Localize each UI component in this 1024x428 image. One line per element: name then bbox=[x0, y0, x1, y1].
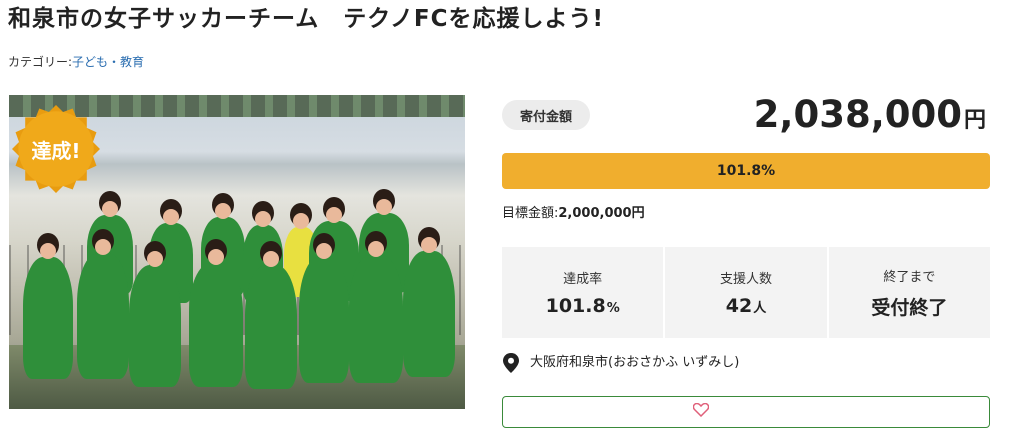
category-line: カテゴリー:子ども・教育 bbox=[8, 53, 144, 71]
player bbox=[77, 229, 129, 379]
location-text: 大阪府和泉市(おおさかふ いずみし) bbox=[530, 355, 740, 370]
location-pin-icon bbox=[503, 353, 519, 373]
stat-time-remaining: 終了まで 受付終了 bbox=[828, 247, 990, 338]
stat-unit: 人 bbox=[753, 301, 767, 316]
progress-text: 101.8% bbox=[716, 163, 776, 179]
category-label: カテゴリー: bbox=[8, 55, 73, 69]
stat-key: 終了まで bbox=[883, 269, 936, 285]
amount-unit: 円 bbox=[963, 108, 986, 133]
stat-value: 42 bbox=[725, 295, 753, 317]
player bbox=[245, 241, 297, 389]
donation-amount-label: 寄付金額 bbox=[502, 100, 590, 130]
stat-supporters: 支援人数 42人 bbox=[665, 247, 827, 338]
stat-key: 達成率 bbox=[563, 272, 603, 287]
stat-value: 受付終了 bbox=[871, 296, 948, 319]
favorite-button[interactable] bbox=[502, 396, 990, 428]
player bbox=[23, 233, 73, 379]
category-link[interactable]: 子ども・教育 bbox=[72, 55, 144, 69]
player bbox=[129, 241, 181, 387]
target-label: 目標金額: bbox=[502, 206, 559, 221]
stat-achievement-rate: 達成率 101.8% bbox=[502, 247, 664, 338]
player bbox=[189, 239, 243, 387]
progress-bar: 101.8% bbox=[502, 153, 990, 189]
project-title: 和泉市の女子サッカーチーム テクノFCを応援しよう! bbox=[8, 6, 605, 32]
heart-icon bbox=[693, 403, 709, 417]
player bbox=[403, 227, 455, 377]
stat-value: 101.8 bbox=[545, 295, 606, 317]
target-amount: 目標金額:2,000,000円 bbox=[502, 205, 645, 223]
achieved-badge: 達成! bbox=[12, 105, 100, 193]
player bbox=[299, 233, 349, 383]
stadium-roof bbox=[9, 95, 465, 117]
stat-unit: % bbox=[606, 301, 620, 316]
project-photo: 達成! bbox=[9, 95, 465, 409]
amount-value: 2,038,000 bbox=[753, 93, 962, 136]
target-value: 2,000,000円 bbox=[558, 206, 645, 221]
donation-amount: 2,038,000円 bbox=[754, 92, 986, 144]
location: 大阪府和泉市(おおさかふ いずみし) bbox=[502, 353, 739, 373]
player bbox=[349, 231, 403, 383]
stat-key: 支援人数 bbox=[719, 272, 772, 287]
stats-panel: 達成率 101.8% 支援人数 42人 終了まで 受付終了 bbox=[502, 247, 990, 338]
